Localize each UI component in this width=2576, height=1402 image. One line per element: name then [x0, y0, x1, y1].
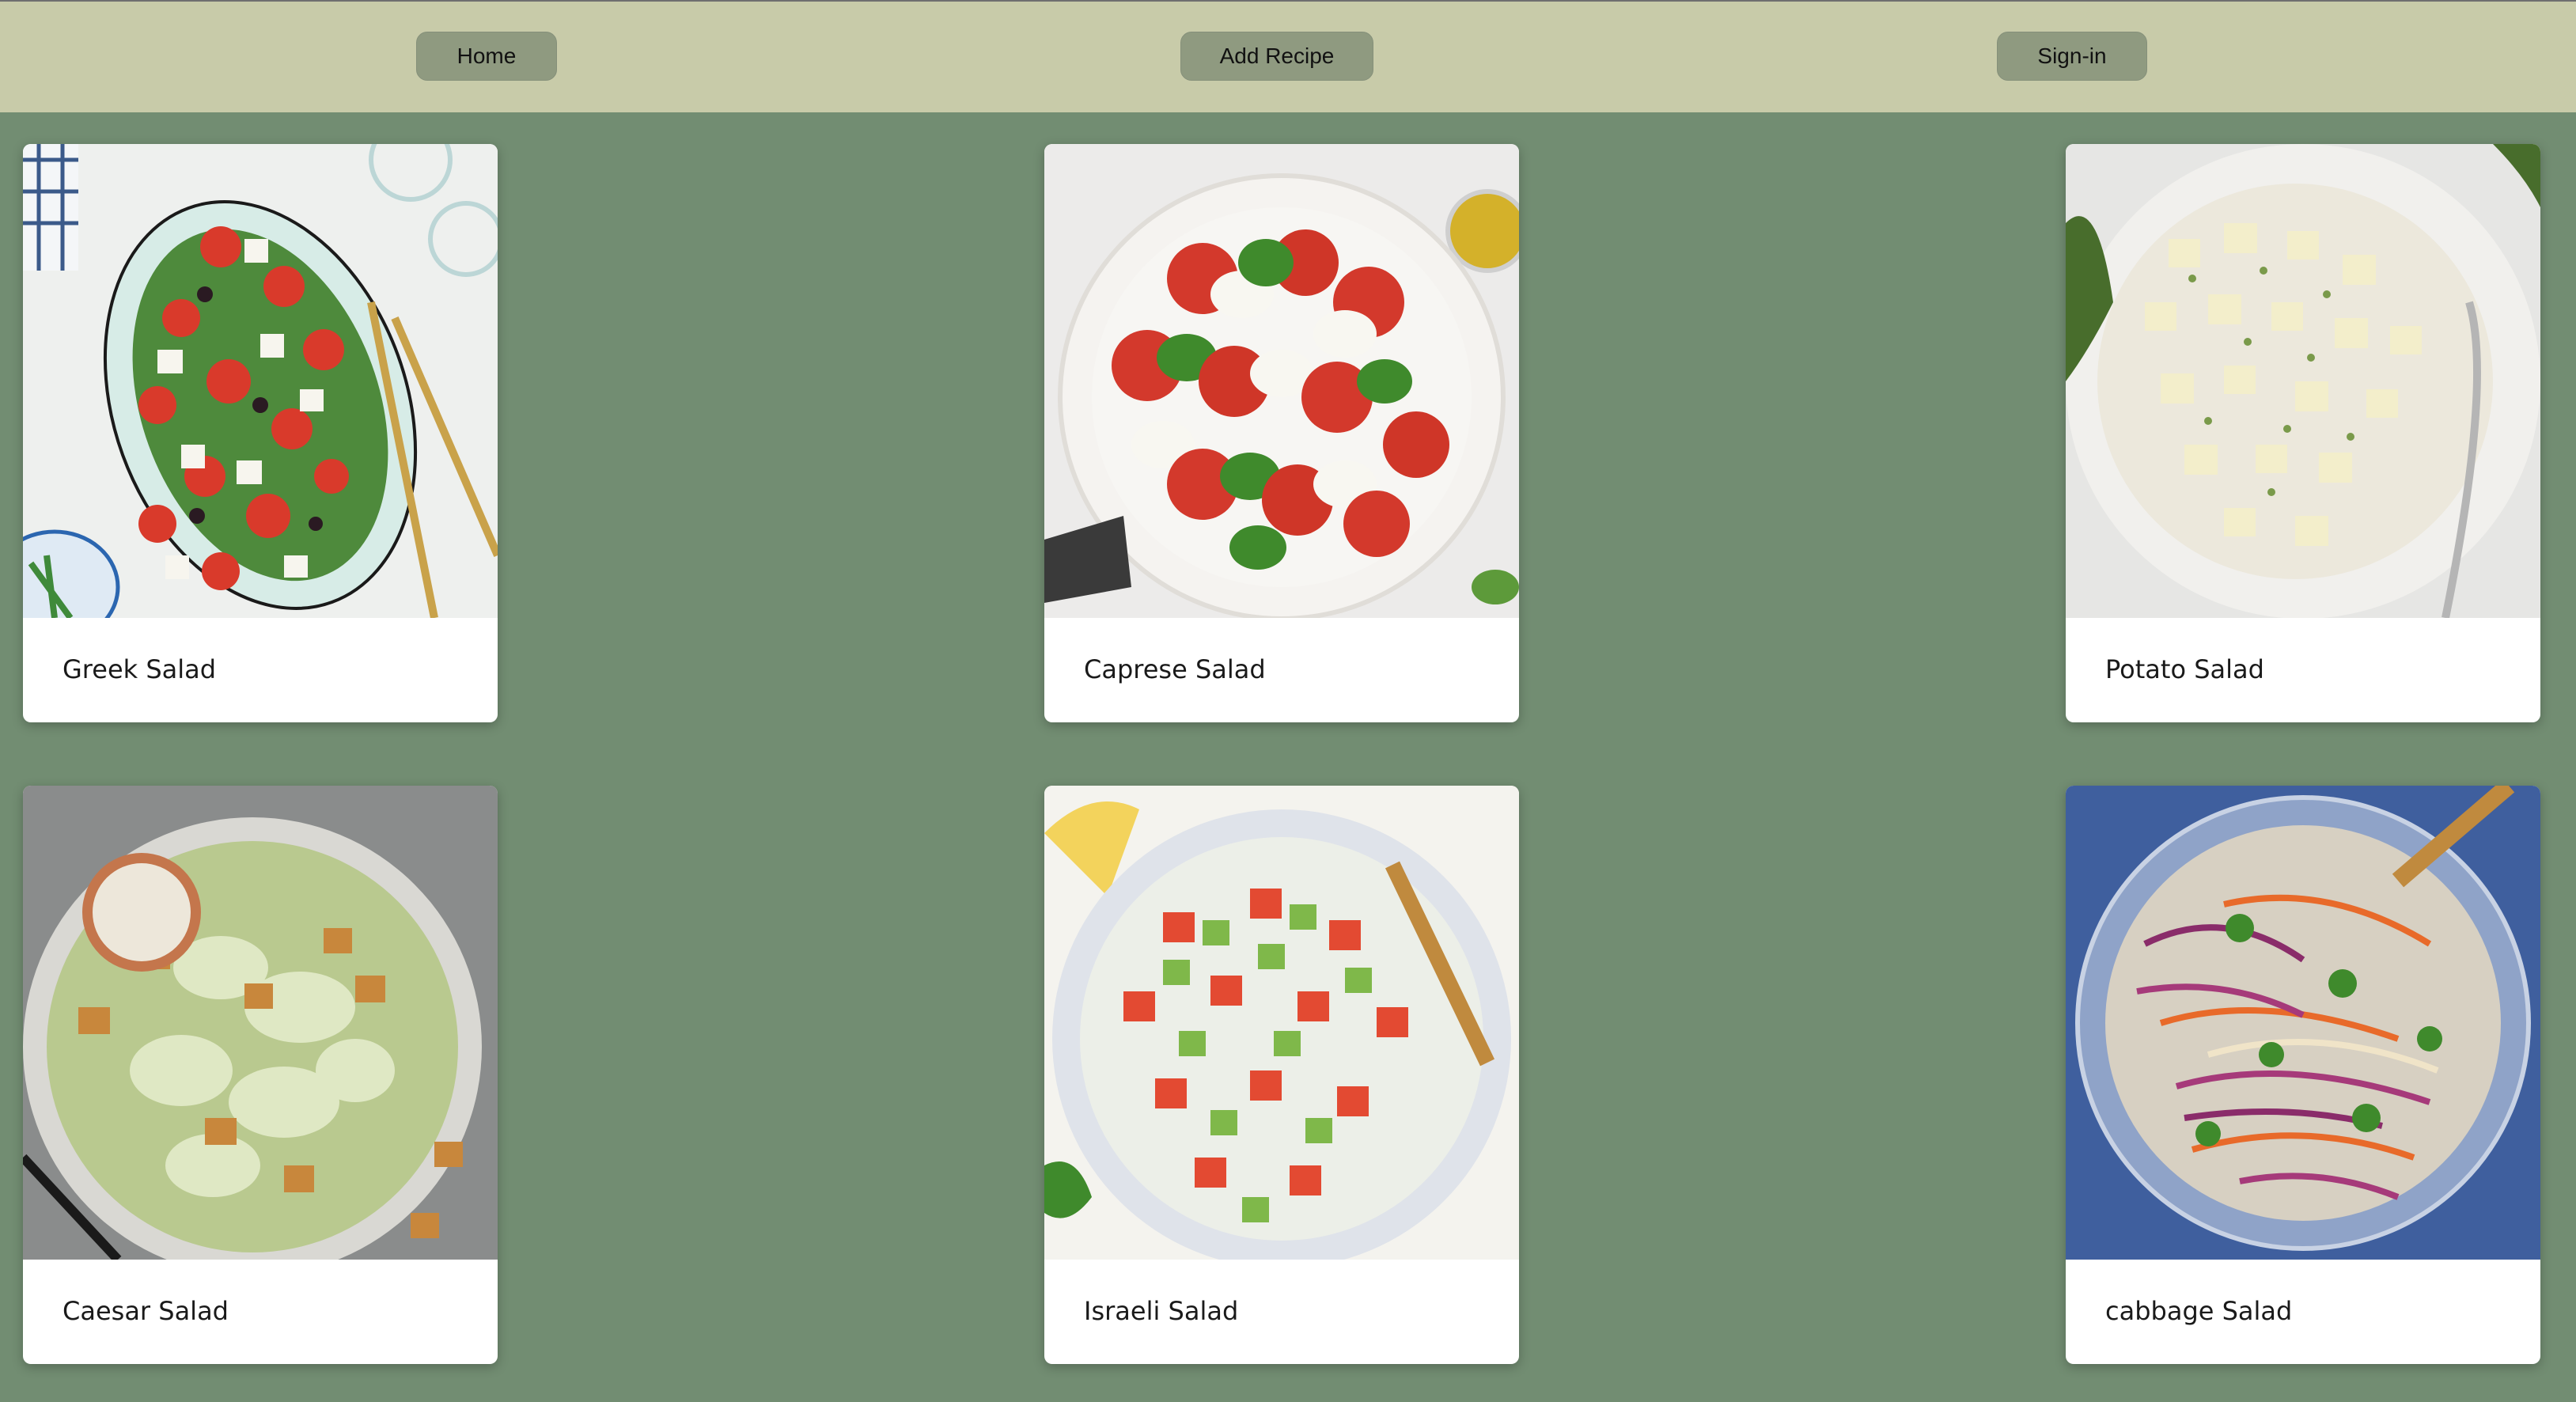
recipe-card-potato-salad[interactable]: Potato Salad — [2066, 144, 2540, 722]
recipe-card-cabbage-salad[interactable]: cabbage Salad — [2066, 786, 2540, 1364]
potato-salad-image — [2066, 144, 2540, 618]
israeli-salad-image — [1044, 786, 1519, 1260]
caprese-salad-image — [1044, 144, 1519, 618]
recipe-title: Caesar Salad — [63, 1296, 229, 1326]
greek-salad-image — [23, 144, 498, 618]
recipe-card-israeli-salad[interactable]: Israeli Salad — [1044, 786, 1519, 1364]
home-button[interactable]: Home — [416, 32, 557, 81]
sign-in-button[interactable]: Sign-in — [1997, 32, 2147, 81]
add-recipe-button[interactable]: Add Recipe — [1180, 32, 1373, 81]
recipe-title: Greek Salad — [63, 654, 217, 684]
caesar-salad-image — [23, 786, 498, 1260]
recipe-card-caesar-salad[interactable]: Caesar Salad — [23, 786, 498, 1364]
cabbage-salad-image — [2066, 786, 2540, 1260]
recipe-title: Israeli Salad — [1084, 1296, 1239, 1326]
recipe-card-greek-salad[interactable]: Greek Salad — [23, 144, 498, 722]
recipe-title: cabbage Salad — [2105, 1296, 2293, 1326]
recipe-card-caprese-salad[interactable]: Caprese Salad — [1044, 144, 1519, 722]
recipe-title: Potato Salad — [2105, 654, 2264, 684]
top-navbar: Home Add Recipe Sign-in — [0, 0, 2576, 112]
recipe-title: Caprese Salad — [1084, 654, 1266, 684]
